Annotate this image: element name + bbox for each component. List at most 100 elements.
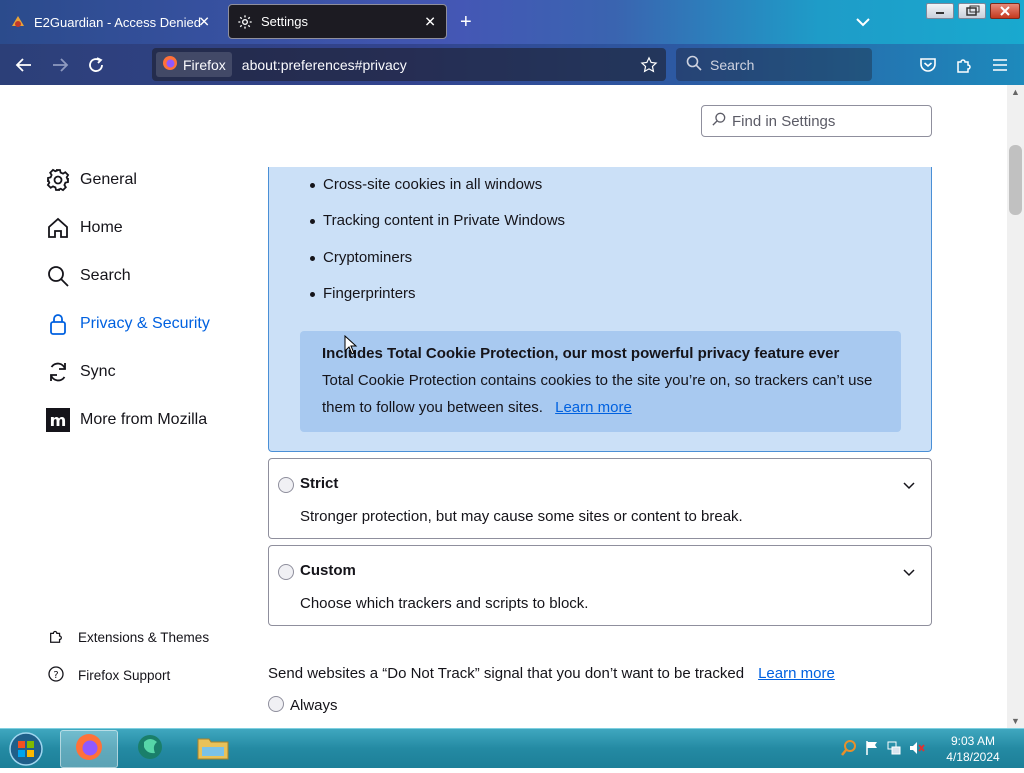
folder-icon [196, 733, 230, 766]
identity-box[interactable]: Firefox [156, 52, 232, 77]
always-label: Always [290, 697, 338, 714]
learn-more-link[interactable]: Learn more [555, 399, 632, 416]
chevron-down-icon[interactable] [903, 564, 915, 582]
strict-label: Strict [300, 475, 339, 492]
taskbar-firefox[interactable] [60, 730, 118, 768]
tab-e2guardian[interactable]: E2Guardian - Access Denied ✕ [0, 0, 220, 44]
category-privacy-security[interactable]: Privacy & Security [46, 312, 210, 336]
sync-icon [46, 360, 70, 384]
taskbar-app[interactable] [122, 730, 180, 768]
custom-option[interactable]: Custom Choose which trackers and scripts… [268, 545, 932, 626]
list-item: Tracking content in Private Windows [309, 212, 566, 229]
tab-settings[interactable]: Settings ✕ [228, 4, 447, 39]
network-icon[interactable] [886, 740, 902, 761]
new-tab-plus-icon[interactable]: + [460, 11, 472, 33]
category-label: Search [80, 267, 131, 284]
tab-title: Settings [261, 14, 308, 29]
search-placeholder: Search [710, 56, 755, 73]
action-center-flag-icon[interactable] [864, 740, 880, 761]
chevron-down-icon[interactable] [856, 14, 870, 32]
identity-label: Firefox [183, 56, 226, 73]
category-search[interactable]: Search [46, 264, 131, 288]
hamburger-menu-icon[interactable] [989, 54, 1011, 76]
reload-icon[interactable] [85, 54, 107, 76]
taskbar-clock[interactable]: 9:03 AM 4/18/2024 [940, 733, 1006, 765]
category-general[interactable]: General [46, 168, 137, 192]
volume-muted-icon[interactable] [908, 740, 926, 761]
close-tab-icon[interactable]: ✕ [424, 13, 436, 30]
extensions-puzzle-icon[interactable] [953, 54, 975, 76]
forward-arrow-icon[interactable] [49, 54, 71, 76]
start-button[interactable] [6, 730, 46, 768]
category-label: Home [80, 219, 123, 236]
category-more-from-mozilla[interactable]: m More from Mozilla [46, 408, 207, 432]
back-arrow-icon[interactable] [13, 54, 35, 76]
search-icon [712, 112, 726, 130]
strict-radio[interactable] [278, 477, 294, 493]
dnt-learn-more-link[interactable]: Learn more [758, 665, 835, 682]
bookmark-star-icon[interactable] [640, 56, 658, 79]
home-icon [46, 216, 70, 240]
category-sync[interactable]: Sync [46, 360, 116, 384]
scroll-up-arrow-icon[interactable]: ▲ [1011, 87, 1020, 97]
mouse-cursor-icon [344, 335, 358, 355]
svg-text:m: m [50, 411, 67, 430]
find-placeholder: Find in Settings [732, 112, 836, 130]
close-tab-icon[interactable]: ✕ [198, 14, 210, 31]
list-item: Cryptominers [309, 249, 413, 266]
custom-label: Custom [300, 562, 356, 579]
category-label: Privacy & Security [80, 315, 210, 332]
pocket-icon[interactable] [917, 54, 939, 76]
gear-icon [46, 168, 70, 192]
help-icon: ? [48, 666, 64, 685]
mozilla-icon: m [46, 408, 70, 432]
category-label: General [80, 171, 137, 188]
lock-icon [46, 312, 70, 336]
strict-option[interactable]: Strict Stronger protection, but may caus… [268, 458, 932, 539]
settings-page: Find in Settings General Home Search Pri… [0, 85, 1007, 728]
find-in-settings-input[interactable]: Find in Settings [701, 105, 932, 137]
firefox-support-link[interactable]: ? Firefox Support [48, 666, 170, 685]
custom-radio[interactable] [278, 564, 294, 580]
search-bar[interactable]: Search [676, 48, 872, 81]
puzzle-icon [48, 628, 64, 647]
clock-time: 9:03 AM [950, 734, 996, 748]
restore-button[interactable] [958, 3, 986, 19]
chevron-down-icon[interactable] [903, 477, 915, 495]
category-home[interactable]: Home [46, 216, 123, 240]
extensions-themes-link[interactable]: Extensions & Themes [48, 628, 209, 647]
windows-taskbar: 9:03 AM 4/18/2024 [0, 728, 1024, 768]
search-icon [686, 55, 702, 74]
list-item: Fingerprinters [310, 285, 416, 302]
firefox-logo-icon [162, 55, 178, 74]
e2guardian-favicon-icon [10, 14, 26, 30]
tab-title: E2Guardian - Access Denied [34, 14, 201, 30]
url-bar[interactable]: Firefox about:preferences#privacy [152, 48, 666, 81]
custom-description: Choose which trackers and scripts to blo… [300, 595, 589, 612]
category-label: Sync [80, 363, 116, 380]
navigation-toolbar: Firefox about:preferences#privacy Search [0, 44, 1024, 85]
standard-protection-panel: Cross-site cookies in all windows Tracki… [268, 167, 932, 452]
footer-link-label: Extensions & Themes [78, 630, 210, 645]
do-not-track-row: Send websites a “Do Not Track” signal th… [268, 665, 835, 682]
app-globe-icon [135, 732, 167, 767]
strict-description: Stronger protection, but may cause some … [300, 508, 743, 525]
minimize-button[interactable] [926, 3, 954, 19]
page-scrollbar[interactable]: ▲ ▼ [1007, 85, 1024, 728]
dnt-text: Send websites a “Do Not Track” signal th… [268, 665, 745, 682]
total-cookie-protection-callout: Includes Total Cookie Protection, our mo… [300, 331, 901, 432]
url-text[interactable]: about:preferences#privacy [242, 57, 407, 73]
always-radio[interactable] [268, 696, 284, 712]
magnifier-tray-icon[interactable] [840, 739, 858, 762]
firefox-logo-icon [74, 732, 104, 767]
scroll-down-arrow-icon[interactable]: ▼ [1011, 716, 1020, 726]
system-tray [840, 739, 926, 762]
search-icon [46, 264, 70, 288]
taskbar-file-explorer[interactable] [184, 730, 242, 768]
clock-date: 4/18/2024 [946, 750, 1000, 764]
list-item: Cross-site cookies in all windows [309, 176, 543, 193]
close-window-button[interactable] [990, 3, 1020, 19]
scrollbar-thumb[interactable] [1009, 145, 1022, 215]
svg-text:?: ? [53, 670, 58, 681]
callout-title: Includes Total Cookie Protection, our mo… [322, 345, 840, 362]
